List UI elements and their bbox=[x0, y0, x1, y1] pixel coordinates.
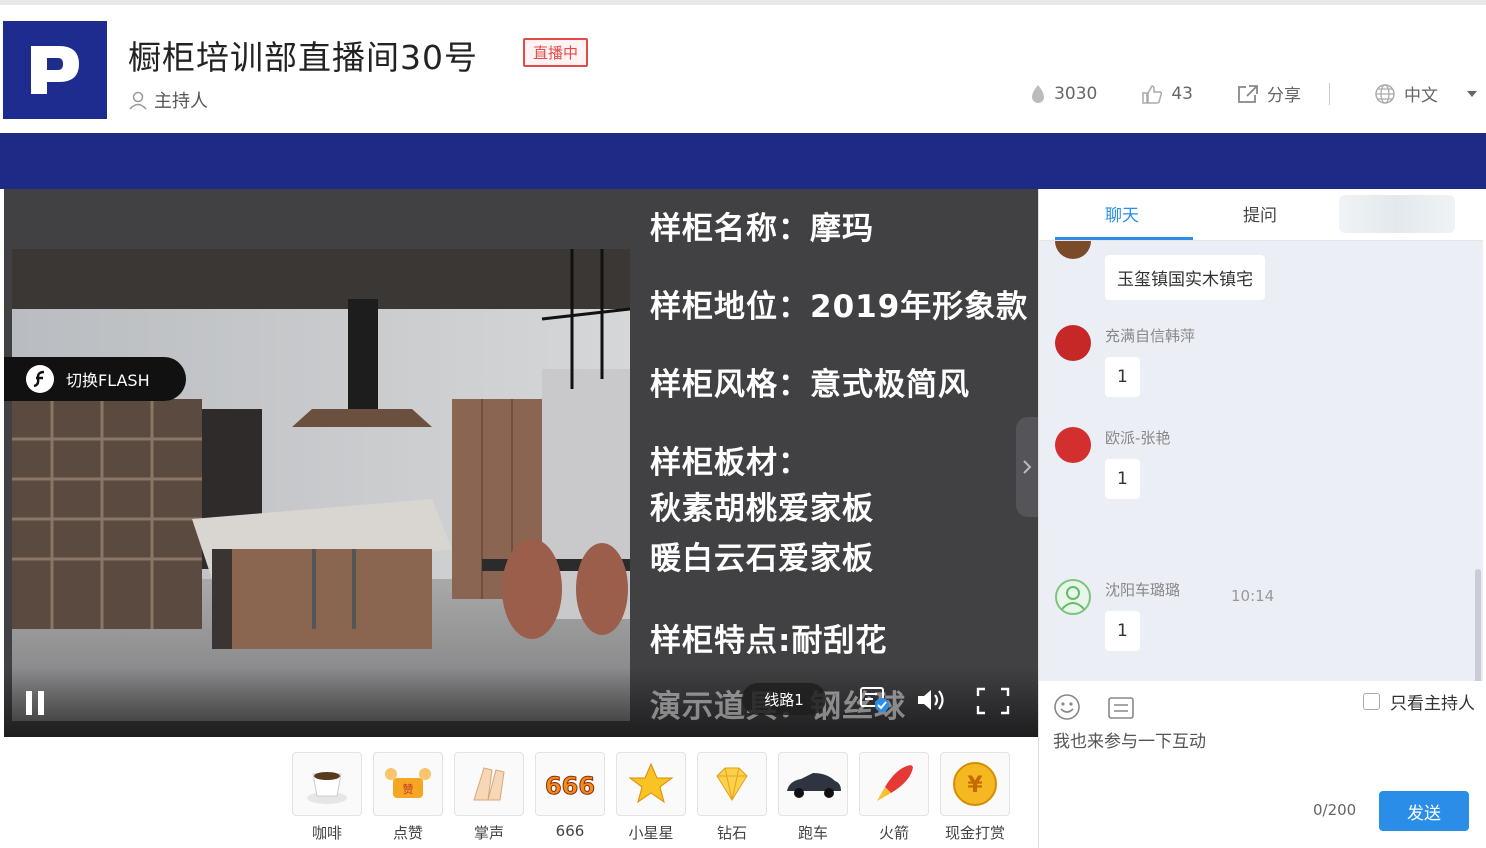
kitchen-scene-image bbox=[12, 249, 630, 721]
message-bubble: 玉玺镇国实木镇宅 bbox=[1105, 255, 1265, 300]
message-bubble: 1 bbox=[1105, 611, 1140, 651]
gift-star[interactable]: 小星星 bbox=[616, 752, 686, 843]
share-button[interactable]: 分享 bbox=[1237, 81, 1301, 106]
gift-car[interactable]: 跑车 bbox=[778, 752, 848, 843]
diamond-icon bbox=[716, 767, 748, 801]
spec-line: 样柜特点:耐刮花 bbox=[650, 623, 888, 659]
gift-clap[interactable]: 掌声 bbox=[454, 752, 524, 843]
coin-icon: ¥ bbox=[953, 762, 997, 806]
language-label: 中文 bbox=[1404, 86, 1438, 106]
message-timestamp: 10:14 bbox=[1231, 587, 1275, 605]
host-only-checkbox[interactable] bbox=[1363, 693, 1380, 710]
globe-icon bbox=[1375, 83, 1395, 104]
user-icon bbox=[129, 91, 147, 110]
player-controls: 演示道具：钢丝球 线路1 bbox=[4, 667, 1038, 737]
spec-line: 暖白云石爱家板 bbox=[650, 541, 874, 577]
switch-flash-button[interactable]: 切换FLASH bbox=[4, 357, 186, 401]
svg-text:赞: 赞 bbox=[403, 783, 414, 796]
message-username: 充满自信韩萍 bbox=[1105, 327, 1196, 345]
host-info: 主持人 bbox=[128, 87, 208, 113]
message-username: 欧派-张艳 bbox=[1105, 429, 1171, 447]
thumbs-up-icon bbox=[1142, 84, 1163, 104]
spec-line: 样柜风格：意式极简风 bbox=[650, 367, 970, 403]
svg-text:¥: ¥ bbox=[967, 773, 983, 798]
spec-line: 秋素胡桃爱家板 bbox=[650, 491, 874, 527]
spec-line: 样柜板材： bbox=[650, 445, 810, 481]
message-list: 玉玺镇国实木镇宅 充满自信韩萍 1 欧派-张艳 1 10:14 沈阳车璐璐 1 bbox=[1039, 241, 1483, 681]
pause-button[interactable] bbox=[26, 691, 44, 715]
spec-line: 样柜地位：2019年形象款 bbox=[650, 289, 1029, 325]
gift-like[interactable]: 赞 点赞 bbox=[373, 752, 443, 843]
svg-text:666: 666 bbox=[545, 772, 595, 800]
char-counter: 0/200 bbox=[1313, 801, 1357, 819]
tab-chat[interactable]: 聊天 bbox=[1105, 201, 1139, 226]
page-title: 橱柜培训部直播间30号 bbox=[128, 38, 478, 77]
chat-input-area: 只看主持人 我也来参与一下互动 0/200 发送 bbox=[1039, 681, 1483, 848]
avatar bbox=[1055, 325, 1091, 361]
gift-cash[interactable]: ¥ 现金打赏 bbox=[940, 752, 1010, 843]
view-count: 3030 bbox=[1030, 84, 1097, 104]
car-icon bbox=[787, 773, 841, 798]
fullscreen-icon[interactable] bbox=[976, 687, 1010, 715]
volume-icon[interactable] bbox=[916, 687, 950, 713]
image-upload-icon[interactable] bbox=[1107, 695, 1135, 721]
language-selector[interactable]: 中文 bbox=[1374, 81, 1478, 106]
share-label: 分享 bbox=[1267, 86, 1301, 106]
flash-icon bbox=[26, 365, 54, 393]
send-button[interactable]: 发送 bbox=[1379, 791, 1469, 831]
header: 橱柜培训部直播间30号 直播中 主持人 3030 43 分享 中文 bbox=[0, 5, 1486, 133]
like-count-value: 43 bbox=[1171, 83, 1193, 104]
host-label: 主持人 bbox=[154, 91, 208, 112]
share-icon bbox=[1238, 84, 1258, 103]
line-select-button[interactable]: 线路1 bbox=[742, 683, 826, 715]
avatar bbox=[1055, 241, 1091, 259]
chevron-down-icon bbox=[1467, 90, 1477, 97]
emoji-icon[interactable] bbox=[1053, 693, 1081, 721]
chat-tabs: 聊天 提问 bbox=[1039, 189, 1483, 241]
gift-666[interactable]: 666 666 bbox=[535, 752, 605, 843]
stats-divider bbox=[1329, 82, 1330, 105]
live-status-badge: 直播中 bbox=[523, 38, 589, 67]
coffee-icon bbox=[307, 772, 347, 804]
rocket-icon bbox=[877, 765, 913, 801]
switch-flash-label: 切换FLASH bbox=[66, 371, 150, 390]
logo bbox=[3, 21, 107, 119]
message-username: 沈阳车璐璐 bbox=[1105, 581, 1181, 599]
spec-line: 样柜名称：摩玛 bbox=[650, 211, 874, 247]
gift-bar: 咖啡 赞 点赞 掌声 666 666 小星星 钻石 跑车 火箭 ¥ 现金打赏 bbox=[292, 752, 1010, 843]
chat-panel: 聊天 提问 玉玺镇国实木镇宅 充满自信韩萍 1 欧派-张艳 1 10:14 沈阳… bbox=[1038, 189, 1483, 848]
flame-icon bbox=[1032, 84, 1045, 103]
chat-scrollbar[interactable] bbox=[1475, 569, 1481, 681]
host-only-filter[interactable]: 只看主持人 bbox=[1363, 689, 1475, 714]
host-only-label: 只看主持人 bbox=[1390, 694, 1475, 714]
avatar bbox=[1055, 579, 1091, 615]
gift-diamond[interactable]: 钻石 bbox=[697, 752, 767, 843]
active-tab-indicator bbox=[1055, 237, 1193, 240]
blurred-tab bbox=[1339, 195, 1455, 233]
avatar bbox=[1055, 427, 1091, 463]
message-bubble: 1 bbox=[1105, 357, 1140, 397]
danmaku-toggle-icon[interactable] bbox=[860, 687, 890, 713]
gift-coffee[interactable]: 咖啡 bbox=[292, 752, 362, 843]
tab-question[interactable]: 提问 bbox=[1243, 201, 1277, 226]
view-count-value: 3030 bbox=[1054, 83, 1098, 104]
p-logo-icon bbox=[31, 46, 79, 94]
stats-bar: 3030 43 分享 中文 bbox=[986, 81, 1478, 106]
like-icon: 赞 bbox=[385, 768, 431, 798]
666-icon: 666 bbox=[544, 772, 595, 801]
star-icon bbox=[628, 762, 674, 804]
video-player[interactable]: 样柜名称：摩玛 样柜地位：2019年形象款 样柜风格：意式极简风 样柜板材： 秋… bbox=[4, 189, 1038, 737]
default-user-icon bbox=[1061, 586, 1085, 610]
chat-input[interactable]: 我也来参与一下互动 bbox=[1053, 727, 1206, 752]
message-bubble: 1 bbox=[1105, 459, 1140, 499]
like-button[interactable]: 43 bbox=[1141, 84, 1193, 104]
clap-icon bbox=[473, 767, 505, 801]
gift-rocket[interactable]: 火箭 bbox=[859, 752, 929, 843]
chevron-right-icon bbox=[1023, 460, 1032, 474]
collapse-side-arrow[interactable] bbox=[1016, 417, 1038, 517]
brand-band bbox=[0, 133, 1486, 189]
